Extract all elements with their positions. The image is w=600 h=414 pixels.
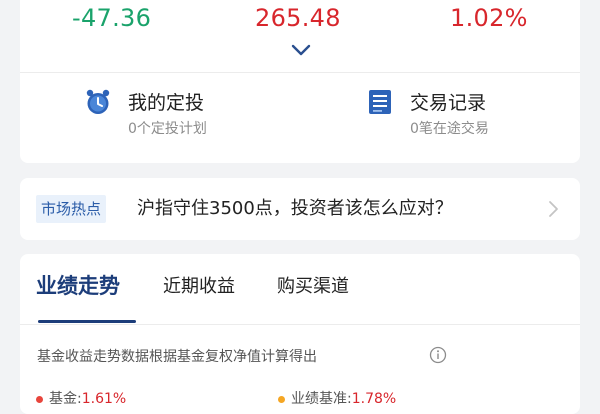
shortcut-subtitle: 0个定投计划 [128, 121, 207, 137]
tab-recent-returns[interactable]: 近期收益 [163, 272, 235, 298]
stats-card: -47.36 265.48 1.02% 我的定投 0个定投计划 交易记录 0笔在… [20, 0, 580, 163]
alarm-clock-icon [86, 89, 110, 114]
my-investment-plan-button[interactable]: 我的定投 0个定投计划 [84, 88, 334, 148]
performance-card: 业绩走势 近期收益 购买渠道 基金收益走势数据根据基金复权净值计算得出 基金:1… [20, 254, 580, 414]
hot-topic-tag: 市场热点 [36, 195, 107, 223]
chevron-down-icon[interactable] [289, 42, 313, 58]
divider [20, 72, 580, 73]
shortcut-subtitle: 0笔在途交易 [410, 121, 489, 137]
tab-performance-trend[interactable]: 业绩走势 [36, 270, 120, 300]
shortcut-title: 我的定投 [128, 92, 205, 114]
chevron-right-icon [549, 201, 558, 217]
stat-value-change: -47.36 [72, 4, 152, 32]
legend-value: 1.78% [351, 391, 397, 407]
document-list-icon [369, 90, 391, 114]
hot-topic-headline: 沪指守住3500点，投资者该怎么应对？ [137, 198, 453, 219]
legend-label: 基金: [49, 391, 82, 407]
legend-benchmark: 业绩基准:1.78% [278, 388, 396, 408]
legend-value: 1.61% [81, 391, 127, 407]
stat-value-amount: 265.48 [255, 4, 341, 32]
legend-fund: 基金:1.61% [36, 388, 126, 408]
legend-dot [278, 395, 285, 403]
market-hot-topic-banner[interactable]: 市场热点 沪指守住3500点，投资者该怎么应对？ [20, 178, 580, 240]
trade-records-button[interactable]: 交易记录 0笔在途交易 [366, 88, 576, 148]
legend-dot [36, 395, 43, 403]
legend-label: 业绩基准: [291, 391, 352, 407]
tab-purchase-channels[interactable]: 购买渠道 [277, 272, 349, 298]
performance-note: 基金收益走势数据根据基金复权净值计算得出 [37, 349, 317, 365]
info-icon[interactable] [429, 346, 447, 364]
shortcut-title: 交易记录 [410, 92, 487, 114]
stat-value-percent: 1.02% [450, 4, 528, 32]
divider [20, 324, 580, 325]
active-tab-indicator [38, 320, 136, 323]
